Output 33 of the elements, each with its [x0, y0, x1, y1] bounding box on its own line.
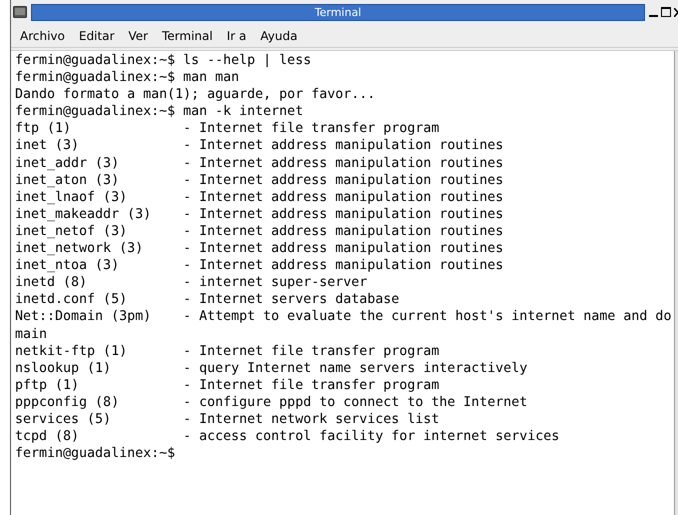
terminal-line: fermin@guadalinex:~$ ls --help | less [15, 52, 312, 70]
menu-item[interactable]: Ayuda [254, 30, 304, 42]
menu-item[interactable]: Editar [72, 30, 120, 42]
terminal-line: pftp (1) - Internet file transfer program [15, 376, 440, 394]
terminal-line: fermin@guadalinex:~$ man man [15, 69, 240, 86]
menu-item[interactable]: Ver [122, 30, 154, 42]
terminal-line: nslookup (1) - query Internet name servers interactively [15, 360, 528, 377]
menu-item[interactable]: Terminal [156, 30, 219, 42]
terminal-line: inet_makeaddr (3) - Internet address manipulation routines [15, 206, 504, 223]
terminal-line: inetd (8) - internet super-server [15, 274, 368, 292]
maximize-icon[interactable] [661, 7, 671, 17]
terminal-line: tcpd (8) - access control facility for internet services [15, 428, 560, 446]
terminal-line: fermin@guadalinex:~$ man -k internet [15, 103, 304, 120]
menu-item[interactable]: Archivo [14, 30, 71, 42]
terminal-line: Net::Domain (3pm) - Attempt to evaluate the current host's internet name and do [15, 308, 672, 326]
terminal-line: pppconfig (8) - configure pppd to connect to the Internet [15, 394, 528, 411]
terminal-line: inet_ntoa (3) - Internet address manipulation routines [15, 257, 504, 274]
terminal-line: netkit-ftp (1) - Internet file transfer program [15, 342, 440, 360]
terminal-line: inetd.conf (5) - Internet servers database [15, 291, 400, 308]
terminal-icon[interactable] [13, 6, 27, 18]
terminal-line: ftp (1) - Internet file transfer program [15, 120, 440, 138]
window-title: Terminal [314, 6, 362, 18]
menu-item[interactable]: Ir a [220, 30, 252, 42]
terminal-line: inet_network (3) - Internet address manipulation routines [15, 240, 504, 258]
terminal-line: main [15, 326, 48, 343]
terminal-line: inet_lnaof (3) - Internet address manipulation routines [15, 188, 504, 206]
terminal-line: Dando formato a man(1); aguarde, por favor... [15, 86, 376, 104]
terminal-line: inet (3) - Internet address manipulation routines [15, 137, 504, 155]
terminal-line: inet_aton (3) - Internet address manipulation routines [15, 172, 504, 189]
terminal-line: services (5) - Internet network services list [15, 410, 440, 428]
terminal-line: inet_netof (3) - Internet address manipulation routines [15, 222, 504, 240]
terminal-line: fermin@guadalinex:~$ [15, 445, 176, 462]
terminal-line: inet_addr (3) - Internet address manipulation routines [15, 154, 504, 172]
